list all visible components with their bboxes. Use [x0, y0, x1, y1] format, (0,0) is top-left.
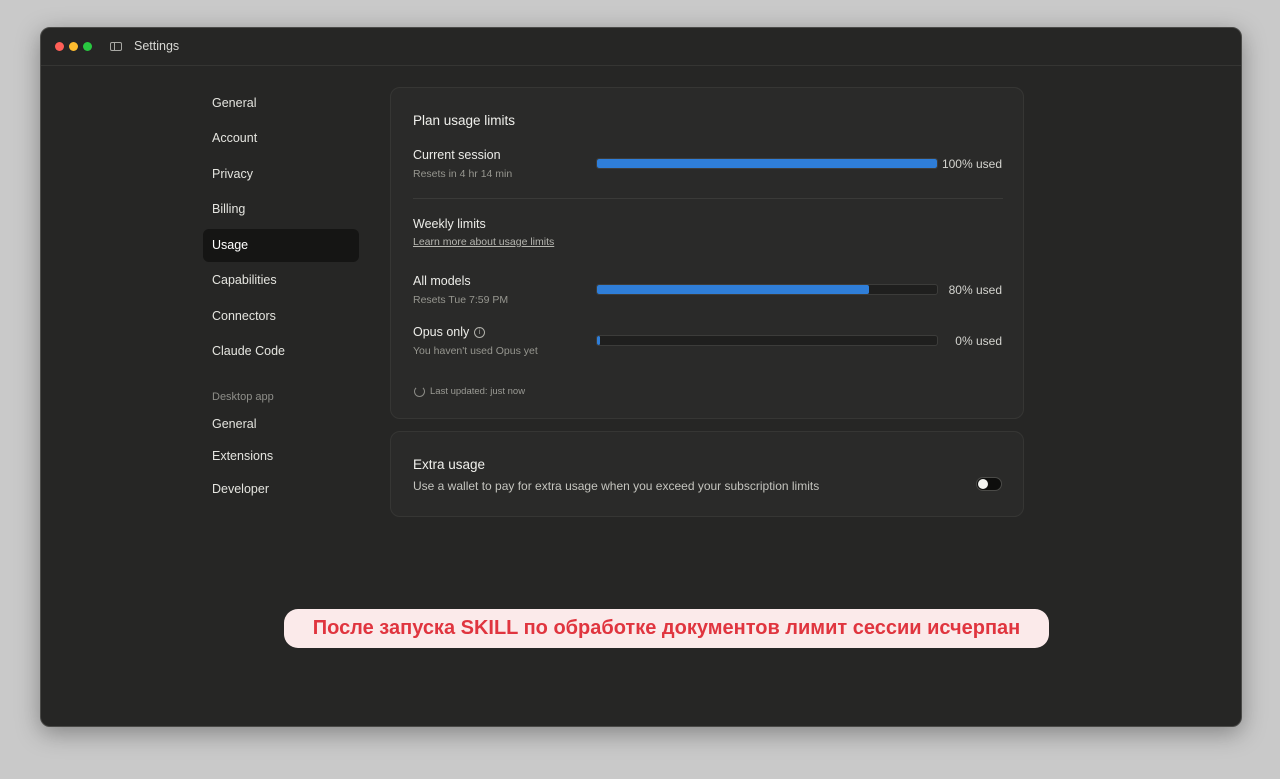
nav-item-privacy[interactable]: Privacy [203, 158, 359, 191]
title-bar: Settings [41, 28, 1241, 66]
window-title: Settings [134, 39, 180, 53]
nav-item-claude-code[interactable]: Claude Code [203, 335, 359, 368]
nav-item-account[interactable]: Account [203, 122, 359, 155]
extra-usage-title: Extra usage [413, 457, 486, 472]
last-updated-text: Last updated: just now [430, 386, 526, 397]
all-models-progress-fill [597, 285, 869, 294]
extra-usage-card: Extra usage Use a wallet to pay for extr… [390, 431, 1024, 517]
nav-item-usage[interactable]: Usage [203, 229, 359, 262]
plan-usage-card: Plan usage limits Current session Resets… [390, 87, 1024, 419]
opus-only-label: Opus only [413, 325, 470, 339]
current-session-progress-fill [597, 159, 937, 168]
weekly-limits-label: Weekly limits [413, 217, 486, 231]
refresh-icon[interactable] [414, 386, 425, 397]
caption-banner: После запуска SKILL по обработке докумен… [284, 609, 1049, 648]
nav-item-billing[interactable]: Billing [203, 193, 359, 226]
info-icon[interactable]: i [474, 327, 485, 338]
all-models-reset: Resets Tue 7:59 PM [413, 294, 509, 306]
toggle-knob [978, 479, 988, 489]
close-window-button[interactable] [55, 42, 64, 51]
nav-item-connectors[interactable]: Connectors [203, 300, 359, 333]
all-models-usage-value: 80% used [948, 283, 1002, 297]
section-divider [413, 198, 1003, 199]
current-session-reset: Resets in 4 hr 14 min [413, 168, 513, 180]
sidebar-toggle-icon[interactable] [110, 42, 122, 51]
learn-more-usage-link[interactable]: Learn more about usage limits [413, 236, 554, 248]
opus-only-progress-fill [597, 336, 600, 345]
nav-item-capabilities[interactable]: Capabilities [203, 264, 359, 297]
opus-only-status: You haven't used Opus yet [413, 345, 538, 357]
current-session-progress-bar [596, 158, 938, 169]
opus-only-usage-value: 0% used [955, 334, 1002, 348]
all-models-label: All models [413, 274, 471, 288]
current-session-usage-value: 100% used [941, 157, 1002, 171]
minimize-window-button[interactable] [69, 42, 78, 51]
nav-item-general[interactable]: General [203, 87, 359, 120]
all-models-progress-bar [596, 284, 938, 295]
extra-usage-description: Use a wallet to pay for extra usage when… [413, 479, 820, 493]
settings-window: Settings General Account Privacy Billing… [40, 27, 1242, 727]
opus-only-progress-bar [596, 335, 938, 346]
nav-section-desktop-app: Desktop app [212, 391, 274, 403]
plan-usage-title: Plan usage limits [413, 113, 516, 128]
nav-item-extensions[interactable]: Extensions [203, 440, 359, 473]
nav-item-developer[interactable]: Developer [203, 473, 359, 506]
extra-usage-toggle[interactable] [976, 477, 1002, 491]
current-session-label: Current session [413, 148, 501, 162]
zoom-window-button[interactable] [83, 42, 92, 51]
nav-item-desktop-general[interactable]: General [203, 408, 359, 441]
